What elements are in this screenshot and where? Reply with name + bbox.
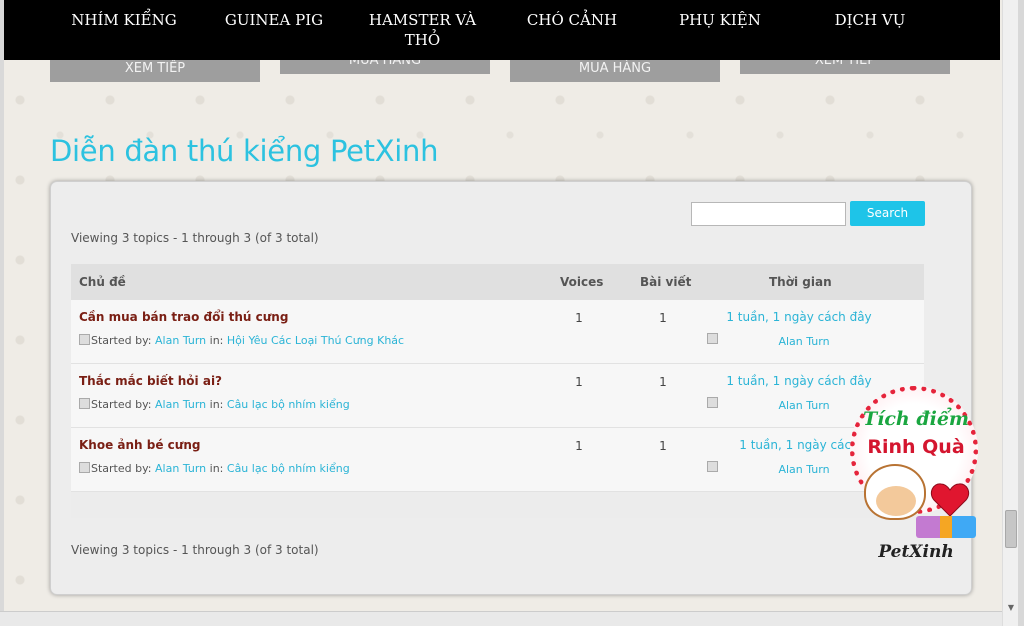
avatar [79, 334, 90, 345]
pagination-count-top: Viewing 3 topics - 1 through 3 (of 3 tot… [71, 231, 319, 245]
pagination-count-bottom: Viewing 3 topics - 1 through 3 (of 3 tot… [71, 543, 319, 557]
topic-title-link[interactable]: Khoe ảnh bé cưng [79, 438, 200, 452]
started-by-label: Started by: [91, 398, 152, 411]
search-button[interactable]: Search [850, 201, 925, 226]
gift-boxes-icon [916, 516, 976, 538]
table-header: Chủ đề Voices Bài viết Thời gian [71, 264, 924, 300]
table-row: Khoe ảnh bé cưng Started by: Alan Turn i… [71, 428, 924, 492]
voices-count: 1 [575, 311, 583, 325]
topic-meta: Started by: Alan Turn in: Câu lạc bộ nhí… [79, 398, 350, 411]
last-poster-link[interactable]: Alan Turn [719, 335, 889, 348]
in-label: in: [209, 334, 224, 347]
nav-item-hamster-va-tho[interactable]: HAMSTER VÀ THỎ [360, 10, 485, 50]
topic-meta: Started by: Alan Turn in: Hội Yêu Các Lo… [79, 334, 404, 347]
author-link[interactable]: Alan Turn [155, 334, 206, 347]
column-header-time: Thời gian [769, 275, 832, 289]
posts-count: 1 [659, 375, 667, 389]
avatar [79, 462, 90, 473]
topic-meta: Started by: Alan Turn in: Câu lạc bộ nhí… [79, 462, 350, 475]
in-label: in: [209, 398, 224, 411]
scrollbar-thumb[interactable] [1005, 510, 1017, 548]
in-label: in: [209, 462, 224, 475]
nav-item-guinea-pig[interactable]: GUINEA PIG [214, 10, 334, 30]
author-link[interactable]: Alan Turn [155, 462, 206, 475]
reward-points-badge[interactable]: Tích điểm Rinh Quà PetXinh [846, 378, 986, 578]
buy-button[interactable]: MUA HÀNG [510, 58, 720, 82]
table-footer [71, 492, 924, 518]
nav-item-nhim-kieng[interactable]: NHÍM KIỂNG [64, 10, 184, 30]
forum-link[interactable]: Câu lạc bộ nhím kiểng [227, 398, 350, 411]
avatar [79, 398, 90, 409]
main-nav: NHÍM KIỂNG GUINEA PIG HAMSTER VÀ THỎ CHÓ… [0, 0, 1000, 60]
heart-icon [930, 483, 970, 517]
table-row: Thắc mắc biết hỏi ai? Started by: Alan T… [71, 364, 924, 428]
promo-line2: Rinh Quà [867, 436, 965, 458]
freshness-link[interactable]: 1 tuần, 1 ngày cách đây [719, 310, 879, 324]
promo-brand: PetXinh [878, 542, 954, 562]
avatar [707, 333, 718, 344]
page-scrollbar[interactable]: ▼ [1002, 0, 1018, 626]
topic-title-link[interactable]: Cần mua bán trao đổi thú cưng [79, 310, 288, 324]
topics-table: Chủ đề Voices Bài viết Thời gian Cần mua… [71, 264, 924, 518]
voices-count: 1 [575, 375, 583, 389]
forum-link[interactable]: Hội Yêu Các Loại Thú Cưng Khác [227, 334, 404, 347]
nav-item-cho-canh[interactable]: CHÓ CẢNH [512, 10, 632, 30]
forum-link[interactable]: Câu lạc bộ nhím kiểng [227, 462, 350, 475]
scroll-down-arrow-icon[interactable]: ▼ [1003, 600, 1019, 616]
page-title: Diễn đàn thú kiểng PetXinh [50, 134, 439, 168]
column-header-posts: Bài viết [640, 275, 692, 289]
forum-panel: Search Viewing 3 topics - 1 through 3 (o… [50, 181, 972, 595]
author-link[interactable]: Alan Turn [155, 398, 206, 411]
posts-count: 1 [659, 439, 667, 453]
promo-line1: Tích điểm [862, 408, 970, 430]
nav-item-phu-kien[interactable]: PHỤ KIỆN [660, 10, 780, 30]
started-by-label: Started by: [91, 462, 152, 475]
voices-count: 1 [575, 439, 583, 453]
table-row: Cần mua bán trao đổi thú cưng Started by… [71, 300, 924, 364]
window-edge [1018, 0, 1024, 626]
search-input[interactable] [691, 202, 846, 226]
hamster-icon [864, 464, 926, 520]
nav-item-dich-vu[interactable]: DỊCH VỤ [810, 10, 930, 30]
topic-title-link[interactable]: Thắc mắc biết hỏi ai? [79, 374, 222, 388]
column-header-voices: Voices [560, 275, 604, 289]
column-header-topic: Chủ đề [79, 275, 126, 289]
avatar [707, 461, 718, 472]
posts-count: 1 [659, 311, 667, 325]
view-more-button[interactable]: XEM TIẾP [50, 58, 260, 82]
avatar [707, 397, 718, 408]
started-by-label: Started by: [91, 334, 152, 347]
